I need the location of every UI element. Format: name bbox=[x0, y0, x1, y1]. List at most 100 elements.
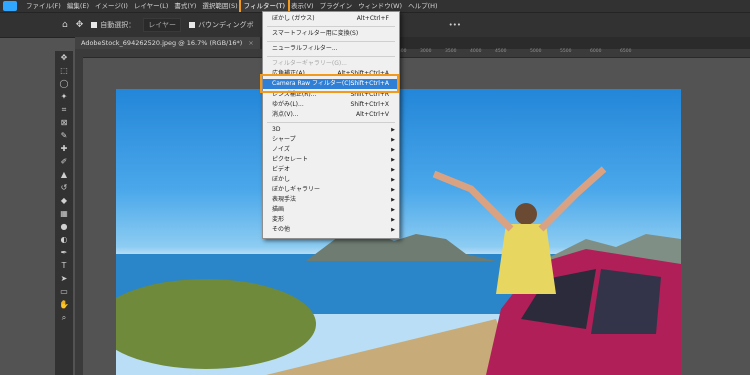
menu-help[interactable]: ヘルプ(H) bbox=[405, 0, 440, 12]
menu-item-filter-gallery: フィルターギャラリー(G)... bbox=[263, 59, 399, 69]
menu-item-stylize[interactable]: 表現手法 ▶ bbox=[263, 195, 399, 205]
ruler-tick: 6000 bbox=[590, 49, 602, 54]
brush-icon[interactable]: ✐ bbox=[55, 155, 73, 168]
menu-item-noise[interactable]: ノイズ ▶ bbox=[263, 145, 399, 155]
document-tab-bar: AdobeStock_694262520.jpeg @ 16.7% (RGB/1… bbox=[75, 37, 750, 49]
filter-dropdown-menu: ぼかし (ガウス) Alt+Ctrl+F スマートフィルター用に変換(S) ニュー… bbox=[262, 11, 400, 239]
submenu-arrow-icon: ▶ bbox=[391, 127, 395, 133]
vertical-ruler bbox=[75, 57, 83, 375]
menu-item-label: その他 bbox=[272, 226, 291, 233]
submenu-arrow-icon: ▶ bbox=[391, 137, 395, 143]
close-icon[interactable]: × bbox=[248, 39, 253, 47]
menu-item-label: ニューラルフィルター... bbox=[272, 45, 338, 52]
tools-panel: ✥ ⬚ ◯ ✦ ⌗ ⊠ ✎ ✚ ✐ ▲ ↺ ◆ ▦ ● ◐ ✒ T ➤ ▭ ✋ … bbox=[55, 51, 73, 375]
menu-item-blur-gallery[interactable]: ぼかしギャラリー ▶ bbox=[263, 185, 399, 195]
menu-item-other[interactable]: その他 ▶ bbox=[263, 225, 399, 235]
menu-separator bbox=[267, 56, 395, 57]
submenu-arrow-icon: ▶ bbox=[391, 147, 395, 153]
gradient-icon[interactable]: ▦ bbox=[55, 207, 73, 220]
menu-item-label: スマートフィルター用に変換(S) bbox=[272, 30, 359, 37]
menu-item-label: フィルターギャラリー(G)... bbox=[272, 60, 347, 67]
pen-icon[interactable]: ✒ bbox=[55, 246, 73, 259]
menu-item-label: ノイズ bbox=[272, 146, 290, 153]
type-icon[interactable]: T bbox=[55, 259, 73, 272]
layer-dropdown[interactable]: レイヤー bbox=[143, 18, 182, 32]
healing-icon[interactable]: ✚ bbox=[55, 142, 73, 155]
menu-edit[interactable]: 編集(E) bbox=[64, 0, 92, 12]
menu-item-liquify[interactable]: ゆがみ(L)... Shift+Ctrl+X bbox=[263, 100, 399, 110]
history-brush-icon[interactable]: ↺ bbox=[55, 181, 73, 194]
ruler-tick: 6500 bbox=[620, 49, 632, 54]
dodge-icon[interactable]: ◐ bbox=[55, 233, 73, 246]
crop-icon[interactable]: ⌗ bbox=[55, 103, 73, 116]
path-select-icon[interactable]: ➤ bbox=[55, 272, 73, 285]
menu-item-distort[interactable]: 変形 ▶ bbox=[263, 215, 399, 225]
menu-item-convert-smart-filters[interactable]: スマートフィルター用に変換(S) bbox=[263, 29, 399, 39]
marquee-icon[interactable]: ⬚ bbox=[55, 64, 73, 77]
shortcut-label: Alt+Ctrl+V bbox=[356, 111, 389, 118]
menu-item-render[interactable]: 描画 ▶ bbox=[263, 205, 399, 215]
shortcut-label: Shift+Ctrl+X bbox=[350, 101, 389, 108]
menu-item-3d[interactable]: 3D ▶ bbox=[263, 125, 399, 135]
auto-select-checkbox[interactable]: 自動選択： bbox=[91, 20, 135, 30]
menu-type[interactable]: 書式(Y) bbox=[171, 0, 199, 12]
shape-icon[interactable]: ▭ bbox=[55, 285, 73, 298]
stamp-icon[interactable]: ▲ bbox=[55, 168, 73, 181]
magic-wand-icon[interactable]: ✦ bbox=[55, 90, 73, 103]
menu-separator bbox=[267, 122, 395, 123]
document-tab[interactable]: AdobeStock_694262520.jpeg @ 16.7% (RGB/1… bbox=[75, 37, 260, 49]
menu-item-label: シャープ bbox=[272, 136, 296, 143]
lasso-icon[interactable]: ◯ bbox=[55, 77, 73, 90]
menu-item-gaussian-blur[interactable]: ぼかし (ガウス) Alt+Ctrl+F bbox=[263, 14, 399, 24]
submenu-arrow-icon: ▶ bbox=[391, 197, 395, 203]
ruler-tick: 5500 bbox=[560, 49, 572, 54]
submenu-arrow-icon: ▶ bbox=[391, 157, 395, 163]
checkbox-icon bbox=[91, 22, 98, 28]
ruler-tick: 3000 bbox=[420, 49, 432, 54]
frame-icon[interactable]: ⊠ bbox=[55, 116, 73, 129]
submenu-arrow-icon: ▶ bbox=[391, 207, 395, 213]
menu-separator bbox=[267, 41, 395, 42]
home-icon[interactable]: ⌂ bbox=[62, 20, 68, 30]
menu-item-label: 変形 bbox=[272, 216, 285, 223]
eraser-icon[interactable]: ◆ bbox=[55, 194, 73, 207]
bounding-box-label: バウンディングボ bbox=[198, 21, 254, 29]
menu-item-blur[interactable]: ぼかし ▶ bbox=[263, 175, 399, 185]
menu-item-video[interactable]: ビデオ ▶ bbox=[263, 165, 399, 175]
move-icon[interactable]: ✥ bbox=[55, 51, 73, 64]
submenu-arrow-icon: ▶ bbox=[391, 187, 395, 193]
menu-item-label: 3D bbox=[272, 126, 281, 133]
auto-select-label: 自動選択： bbox=[100, 21, 136, 29]
menu-separator bbox=[267, 26, 395, 27]
zoom-icon[interactable]: ⌕ bbox=[55, 311, 73, 324]
menu-item-label: ぼかしギャラリー bbox=[272, 186, 321, 193]
submenu-arrow-icon: ▶ bbox=[391, 227, 395, 233]
hand-icon[interactable]: ✋ bbox=[55, 298, 73, 311]
document-tab-title: AdobeStock_694262520.jpeg @ 16.7% (RGB/1… bbox=[81, 39, 243, 47]
menu-item-label: 描画 bbox=[272, 206, 285, 213]
menu-item-pixelate[interactable]: ピクセレート ▶ bbox=[263, 155, 399, 165]
menu-item-sharpen[interactable]: シャープ ▶ bbox=[263, 135, 399, 145]
menu-item-label: ゆがみ(L)... bbox=[272, 101, 304, 108]
bounding-box-checkbox[interactable]: バウンディングボ bbox=[189, 20, 254, 30]
shortcut-label: Alt+Ctrl+F bbox=[356, 15, 389, 22]
more-options-button[interactable]: ••• bbox=[449, 21, 461, 29]
menu-item-label: 表現手法 bbox=[272, 196, 297, 203]
menu-image[interactable]: イメージ(I) bbox=[92, 0, 131, 12]
highlight-annotation-box bbox=[260, 74, 399, 93]
menu-item-vanishing-point[interactable]: 消点(V)... Alt+Ctrl+V bbox=[263, 110, 399, 120]
submenu-arrow-icon: ▶ bbox=[391, 177, 395, 183]
ruler-tick: 3500 bbox=[445, 49, 457, 54]
menu-file[interactable]: ファイル(F) bbox=[23, 0, 64, 12]
menu-item-label: ぼかし (ガウス) bbox=[272, 15, 315, 22]
menu-select[interactable]: 選択範囲(S) bbox=[199, 0, 240, 12]
move-tool-icon[interactable]: ✥ bbox=[76, 20, 84, 30]
photoshop-logo-icon bbox=[3, 1, 17, 11]
blur-icon[interactable]: ● bbox=[55, 220, 73, 233]
menu-item-neural-filters[interactable]: ニューラルフィルター... bbox=[263, 44, 399, 54]
submenu-arrow-icon: ▶ bbox=[391, 167, 395, 173]
menu-layer[interactable]: レイヤー(L) bbox=[131, 0, 172, 12]
menu-item-label: ぼかし bbox=[272, 176, 291, 183]
eyedropper-icon[interactable]: ✎ bbox=[55, 129, 73, 142]
ruler-tick: 4500 bbox=[495, 49, 507, 54]
